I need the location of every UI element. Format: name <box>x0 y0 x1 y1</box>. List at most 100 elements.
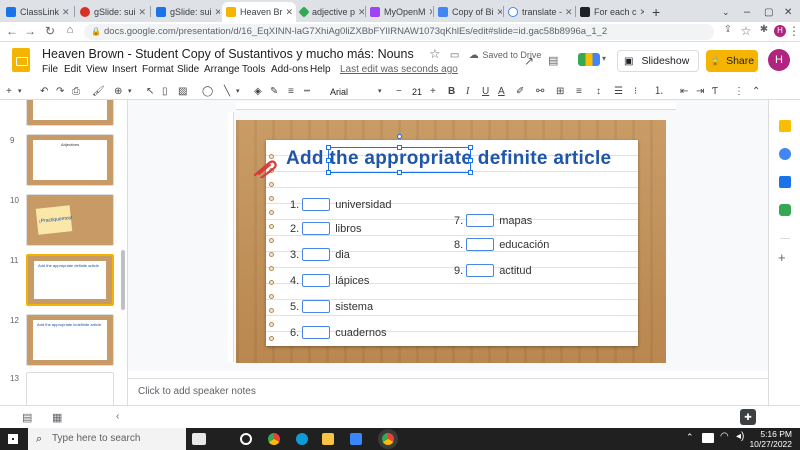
add-ons-plus-icon[interactable]: + <box>778 250 786 265</box>
chrome-icon[interactable] <box>268 433 280 445</box>
filmstrip-view-icon[interactable]: ▦ <box>52 411 62 424</box>
clear-formatting-icon[interactable]: Ƭ <box>712 85 718 99</box>
browser-tab[interactable]: MyOpenM✕ <box>366 2 432 22</box>
minimize-icon[interactable]: – <box>740 2 754 22</box>
account-avatar[interactable]: H <box>768 49 790 71</box>
vertical-ruler[interactable] <box>228 112 234 362</box>
italic-icon[interactable]: I <box>466 85 469 99</box>
answer-box[interactable] <box>302 274 331 287</box>
collapse-filmstrip-icon[interactable]: ‹ <box>116 411 119 422</box>
align-icon[interactable]: ≡ <box>576 85 582 99</box>
border-color-icon[interactable]: ✎ <box>270 85 278 99</box>
close-window-icon[interactable]: ✕ <box>780 2 794 22</box>
home-icon[interactable]: ⌂ <box>62 24 78 36</box>
back-arrow-icon[interactable]: ← <box>4 24 20 38</box>
battery-icon[interactable] <box>702 433 714 443</box>
answer-box[interactable] <box>302 222 331 235</box>
resize-handle[interactable] <box>397 145 402 150</box>
text-color-icon[interactable]: A <box>498 85 505 99</box>
resize-handle[interactable] <box>326 170 331 175</box>
close-tab-icon[interactable]: ✕ <box>494 7 502 18</box>
comments-icon[interactable]: ▤ <box>548 54 558 67</box>
resize-handle[interactable] <box>397 170 402 175</box>
tray-chevron-icon[interactable]: ⌃ <box>686 432 694 443</box>
line-dropdown-icon[interactable]: ▾ <box>236 85 240 99</box>
shopping-cart-icon[interactable] <box>192 433 206 445</box>
answer-box[interactable] <box>302 300 331 313</box>
text-box-icon[interactable]: ▯ <box>162 85 168 99</box>
answer-box[interactable] <box>302 326 331 339</box>
store-icon[interactable] <box>350 433 362 445</box>
zoom-icon[interactable]: ⊕ <box>114 85 122 99</box>
forward-arrow-icon[interactable]: → <box>22 24 38 38</box>
increase-font-icon[interactable]: + <box>430 85 436 99</box>
resize-handle[interactable] <box>468 158 473 163</box>
browser-tab[interactable]: adjective p ✕ <box>296 2 364 22</box>
border-weight-icon[interactable]: ≡ <box>288 85 294 99</box>
close-tab-icon[interactable]: ✕ <box>136 7 147 18</box>
image-icon[interactable]: ▨ <box>178 85 187 99</box>
line-spacing-icon[interactable]: ↕ <box>596 85 601 99</box>
slide[interactable]: Add the appropriate definite article 1. u… <box>236 120 666 363</box>
system-clock[interactable]: 5:16 PM 10/27/2022 <box>749 429 792 449</box>
bookmark-star-icon[interactable]: ☆ <box>738 24 754 38</box>
bold-icon[interactable]: B <box>448 85 455 99</box>
menu-help[interactable]: Help <box>310 64 331 75</box>
menu-arrange[interactable]: Arrange <box>204 64 240 75</box>
slide-thumbnail[interactable]: Add the appropriate indefinite article <box>26 314 114 366</box>
print-icon[interactable]: ⎙ <box>72 85 80 99</box>
browser-menu-icon[interactable]: ⋮ <box>788 24 800 38</box>
menu-add-ons[interactable]: Add-ons <box>271 64 308 75</box>
close-tab-icon[interactable]: ✕ <box>212 7 220 18</box>
slideshow-button[interactable]: ▣ Slideshow <box>617 50 699 72</box>
answer-box[interactable] <box>466 238 495 251</box>
highlight-icon[interactable]: ✐ <box>516 85 524 99</box>
task-view-icon[interactable] <box>240 433 252 445</box>
close-tab-icon[interactable]: ✕ <box>426 7 432 18</box>
selected-text-box[interactable] <box>326 134 473 175</box>
menu-format[interactable]: Format <box>142 64 174 75</box>
explore-icon[interactable]: ✚ <box>740 409 756 425</box>
increase-indent-icon[interactable]: ⇥ <box>696 85 704 99</box>
slide-thumbnail[interactable] <box>26 372 114 405</box>
bulleted-list-icon[interactable]: ⁝ <box>634 85 637 99</box>
close-tab-icon[interactable]: ✕ <box>59 7 70 18</box>
menu-insert[interactable]: Insert <box>112 64 137 75</box>
browser-tab-active[interactable]: Heaven Br ✕ <box>222 2 296 22</box>
menu-file[interactable]: File <box>42 64 58 75</box>
profile-avatar[interactable]: H <box>774 25 786 37</box>
resize-handle[interactable] <box>468 145 473 150</box>
font-dropdown-icon[interactable]: ▾ <box>378 85 382 99</box>
new-tab-button[interactable]: + <box>648 2 664 22</box>
chevron-down-icon[interactable]: ⌄ <box>718 2 732 22</box>
browser-tab[interactable]: gSlide: sui ✕ <box>76 2 148 22</box>
redo-icon[interactable]: ↷ <box>56 85 64 99</box>
meet-icon[interactable] <box>578 53 600 66</box>
undo-icon[interactable]: ↶ <box>40 85 48 99</box>
url-input[interactable]: 🔒 docs.google.com/presentation/d/16_EqXI… <box>84 24 714 40</box>
horizontal-ruler[interactable] <box>236 102 676 110</box>
link-icon[interactable]: ⚯ <box>536 85 544 99</box>
chrome-active-icon[interactable] <box>382 433 394 445</box>
wifi-icon[interactable]: ◠ <box>720 431 729 442</box>
slide-thumbnail-selected[interactable]: Add the appropriate definite article <box>26 254 114 306</box>
new-slide-plus-icon[interactable]: + <box>6 85 12 99</box>
slide-thumbnail[interactable]: ¡Practiquemos! <box>26 194 114 246</box>
comment-icon[interactable]: ⊞ <box>556 85 564 99</box>
menu-edit[interactable]: Edit <box>64 64 81 75</box>
slide-thumbnail[interactable]: Adjectives <box>26 134 114 186</box>
answer-box[interactable] <box>466 214 495 227</box>
new-slide-dropdown-icon[interactable]: ▾ <box>18 85 22 99</box>
more-options-icon[interactable]: ⋮ <box>734 85 744 99</box>
slides-logo-icon[interactable] <box>12 48 30 72</box>
maximize-icon[interactable]: ▢ <box>760 2 774 22</box>
edge-icon[interactable] <box>296 433 308 445</box>
close-tab-icon[interactable]: ✕ <box>283 7 294 18</box>
rotate-handle[interactable] <box>397 134 402 139</box>
grid-view-icon[interactable]: ▤ <box>22 411 32 424</box>
meet-dropdown-chevron-icon[interactable]: ▾ <box>602 54 606 63</box>
decrease-indent-icon[interactable]: ⇤ <box>680 85 688 99</box>
answer-box[interactable] <box>302 198 331 211</box>
share-page-icon[interactable]: ⇪ <box>720 24 736 35</box>
browser-tab[interactable]: Copy of Bi ✕ <box>434 2 502 22</box>
